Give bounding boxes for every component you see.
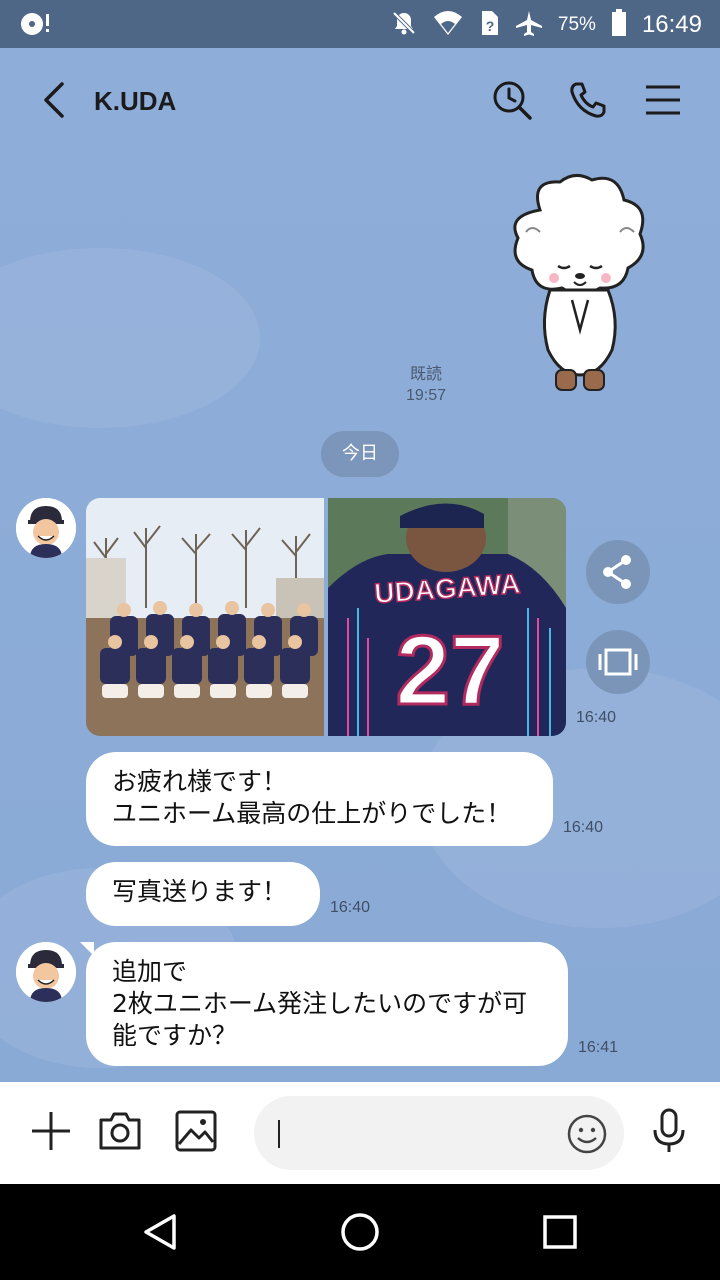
search-icon[interactable] [490, 78, 534, 122]
message-bubble[interactable]: お疲れ様です！ ユニホーム最高の仕上がりでした！ [86, 752, 553, 846]
camera-icon[interactable] [97, 1108, 143, 1154]
jersey-photo[interactable]: UDAGAWA 27 [328, 498, 566, 736]
avatar[interactable] [16, 942, 76, 1002]
system-navigation-bar [0, 1184, 720, 1280]
menu-icon[interactable] [642, 78, 686, 122]
message-input[interactable] [254, 1096, 624, 1170]
message-timestamp: 16:40 [563, 819, 604, 836]
status-clock: 16:49 [641, 11, 702, 38]
message-timestamp: 16:40 [330, 899, 371, 916]
read-receipt: 既読 19:57 [396, 364, 456, 406]
notification-icon [18, 10, 54, 42]
airplane-icon [514, 9, 544, 41]
message-composer [0, 1082, 720, 1184]
message-text: 2枚ユニホーム発注したいのですが可 [112, 989, 528, 1018]
message-text: 追加で [112, 957, 188, 986]
battery-percent: 75% [557, 14, 596, 35]
jersey-number: 27 [395, 615, 504, 725]
plus-icon[interactable] [28, 1108, 74, 1154]
image-icon[interactable] [173, 1108, 219, 1154]
back-arrow-icon[interactable] [36, 78, 76, 122]
team-photo[interactable] [86, 498, 324, 736]
message-bubble[interactable]: 追加で 2枚ユニホーム発注したいのですが可 能ですか？ [86, 942, 568, 1066]
microphone-icon[interactable] [646, 1108, 692, 1154]
date-divider: 今日 [321, 431, 399, 477]
message-text: 写真送ります！ [112, 877, 288, 906]
svg-text:?: ? [486, 18, 495, 34]
sticker-bowing-sheep[interactable] [500, 170, 660, 400]
share-button[interactable] [586, 540, 650, 604]
chat-title: K.UDA [94, 86, 177, 116]
text-caret [278, 1120, 280, 1148]
nav-home-icon[interactable] [336, 1208, 384, 1256]
chat-header: K.UDA [0, 48, 720, 158]
message-bubble[interactable]: 写真送ります！ [86, 862, 320, 926]
message-timestamp: 16:41 [578, 1039, 619, 1056]
avatar[interactable] [16, 498, 76, 558]
nav-recents-icon[interactable] [536, 1208, 584, 1256]
album-button[interactable] [586, 630, 650, 694]
sim-icon: ? [478, 9, 500, 41]
mute-icon [390, 9, 418, 41]
message-text: 能ですか？ [112, 1021, 238, 1050]
message-text: ユニホーム最高の仕上がりでした！ [112, 799, 512, 828]
sticker-timestamp: 19:57 [405, 387, 447, 404]
wifi-icon [432, 9, 464, 41]
phone-icon[interactable] [566, 78, 610, 122]
photo-timestamp: 16:40 [576, 709, 617, 726]
status-bar: ? 75% 16:49 [0, 0, 720, 48]
battery-icon [610, 8, 628, 42]
message-text: お疲れ様です！ [112, 767, 288, 796]
nav-back-icon[interactable] [136, 1208, 184, 1256]
read-label: 既読 [409, 366, 442, 383]
emoji-icon[interactable] [566, 1113, 608, 1159]
